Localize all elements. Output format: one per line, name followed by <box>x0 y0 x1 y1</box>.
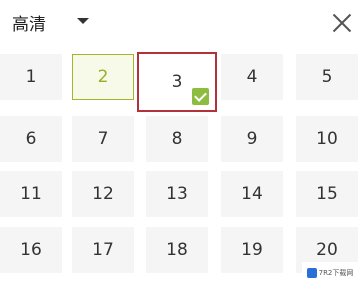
dropdown-caret-icon[interactable] <box>77 18 89 24</box>
episode-number: 20 <box>316 240 338 260</box>
episode-button-18[interactable]: 18 <box>146 227 208 273</box>
episode-number: 17 <box>92 240 114 260</box>
episode-number: 10 <box>316 129 338 149</box>
quality-selector[interactable]: 高清 <box>12 10 46 35</box>
episode-number: 2 <box>97 67 109 87</box>
episode-button-19[interactable]: 19 <box>221 227 283 273</box>
episode-number: 3 <box>171 72 183 92</box>
episode-number: 5 <box>321 67 333 87</box>
episode-number: 9 <box>246 129 258 149</box>
watermark: 7R2下载网 <box>302 262 358 284</box>
episode-number: 19 <box>241 240 263 260</box>
episode-button-5[interactable]: 5 <box>296 54 358 100</box>
episode-button-3[interactable]: 3 <box>137 52 217 112</box>
episode-number: 14 <box>241 184 263 204</box>
episode-button-16[interactable]: 16 <box>0 227 62 273</box>
episode-number: 4 <box>246 67 258 87</box>
close-icon[interactable] <box>332 13 352 33</box>
episode-grid: 1 2 3 4 5 6 7 8 9 10 11 12 13 14 15 16 1… <box>0 52 358 284</box>
episode-button-10[interactable]: 10 <box>296 116 358 162</box>
episode-number: 7 <box>97 129 109 149</box>
episode-button-11[interactable]: 11 <box>0 171 62 217</box>
episode-button-6[interactable]: 6 <box>0 116 62 162</box>
episode-number: 11 <box>20 184 42 204</box>
episode-number: 16 <box>20 240 42 260</box>
episode-button-2[interactable]: 2 <box>72 54 134 100</box>
episode-button-14[interactable]: 14 <box>221 171 283 217</box>
episode-button-7[interactable]: 7 <box>72 116 134 162</box>
header: 高清 <box>0 0 358 46</box>
episode-number: 18 <box>166 240 188 260</box>
episode-number: 1 <box>25 67 37 87</box>
episode-button-9[interactable]: 9 <box>221 116 283 162</box>
episode-number: 8 <box>171 129 183 149</box>
episode-number: 15 <box>316 184 338 204</box>
episode-button-13[interactable]: 13 <box>146 171 208 217</box>
episode-button-4[interactable]: 4 <box>221 54 283 100</box>
episode-button-15[interactable]: 15 <box>296 171 358 217</box>
episode-number: 6 <box>25 129 37 149</box>
episode-number: 13 <box>166 184 188 204</box>
selected-check-icon <box>192 88 209 105</box>
watermark-logo-icon <box>306 268 317 278</box>
episode-button-1[interactable]: 1 <box>0 54 62 100</box>
episode-number: 12 <box>92 184 114 204</box>
episode-button-8[interactable]: 8 <box>146 116 208 162</box>
watermark-text: 7R2下载网 <box>318 269 354 277</box>
episode-button-12[interactable]: 12 <box>72 171 134 217</box>
episode-button-17[interactable]: 17 <box>72 227 134 273</box>
